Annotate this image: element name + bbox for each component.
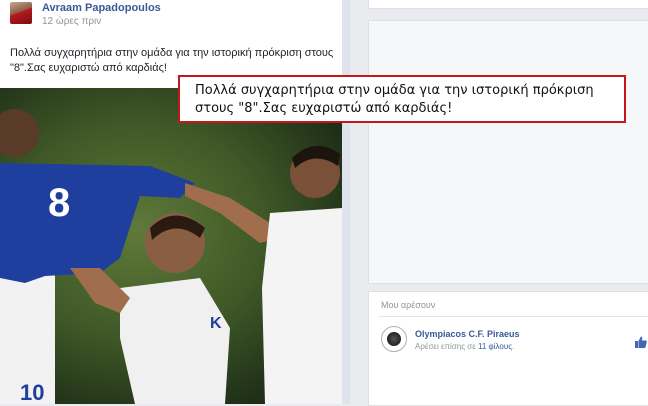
likes-header: Μου αρέσουν <box>381 300 436 310</box>
liked-page-meta: Αρέσει επίσης σε 11 φίλους. <box>415 342 514 351</box>
liked-page-meta-prefix: Αρέσει επίσης σε <box>415 342 479 351</box>
post-text: Πολλά συγχαρητήρια στην ομάδα για την ισ… <box>10 47 334 74</box>
post-timestamp[interactable]: 12 ώρες πριν <box>42 16 101 27</box>
jersey-number-10: 10 <box>20 380 44 404</box>
photo-illustration: 19 10 8 K <box>0 109 342 404</box>
avatar[interactable] <box>10 2 32 24</box>
callout-text: Πολλά συγχαρητήρια στην ομάδα για την ισ… <box>195 83 594 116</box>
thumbs-up-icon[interactable] <box>635 336 647 348</box>
left-arm <box>70 268 130 313</box>
news-feed-column: Avraam Papadopoulos 12 ώρες πριν Πολλά σ… <box>0 0 342 404</box>
liked-page-meta-suffix: . <box>512 342 515 351</box>
olympiacos-logo[interactable] <box>381 326 407 352</box>
right-panel-top <box>368 0 648 9</box>
right-player-kit <box>262 208 342 404</box>
player-name-fragment: K <box>210 315 222 332</box>
likes-separator <box>379 316 648 317</box>
liked-page-link[interactable]: Olympiacos C.F. Piraeus <box>415 329 520 339</box>
likes-panel: Μου αρέσουν Olympiacos C.F. Piraeus Αρέσ… <box>368 291 648 406</box>
friends-count-link[interactable]: 11 φίλους <box>478 342 512 351</box>
left-player-head <box>0 109 39 157</box>
post-author-link[interactable]: Avraam Papadopoulos <box>42 2 161 14</box>
post-photo[interactable]: 19 10 8 K <box>0 88 342 404</box>
right-panel-main <box>368 20 648 284</box>
column-divider <box>342 0 350 404</box>
quote-callout: Πολλά συγχαρητήρια στην ομάδα για την ισ… <box>178 75 626 123</box>
shirt-number: 8 <box>48 181 70 225</box>
center-player-kit <box>120 278 230 404</box>
